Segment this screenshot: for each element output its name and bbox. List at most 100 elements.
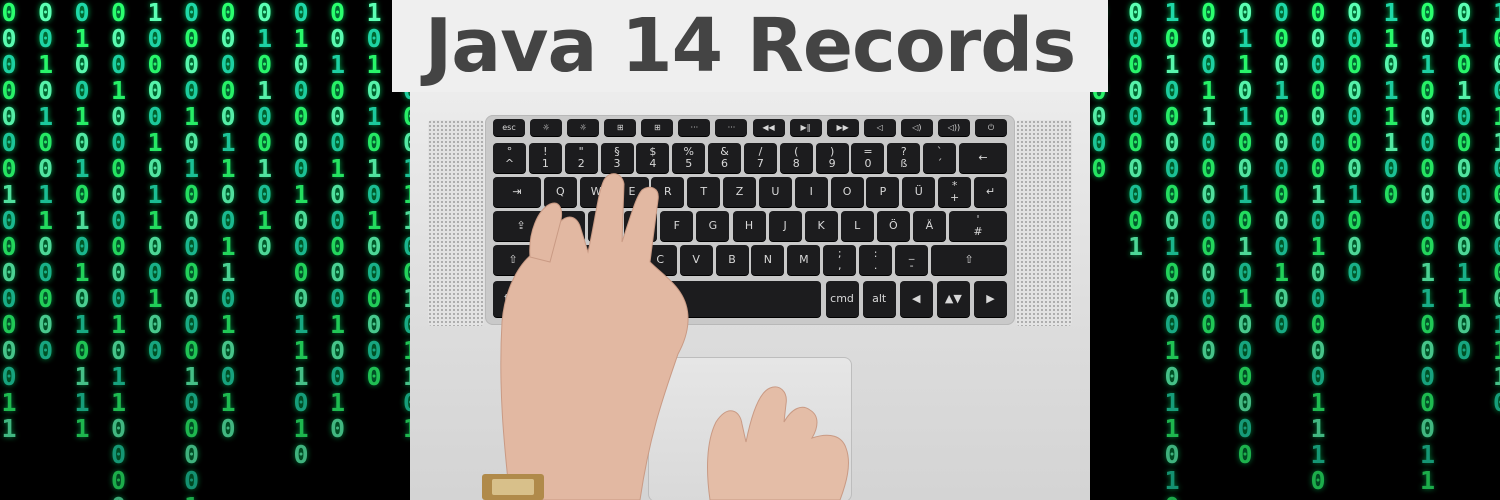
binary-digit: 0 [110,180,127,209]
binary-digit: 0 [1310,102,1326,131]
binary-digit: 1 [366,102,382,131]
binary-digit: 0 [1,76,17,105]
binary-digit: 1 [1164,0,1180,27]
binary-digit: 0 [329,414,346,443]
binary-column: 00011000000000 [1194,0,1224,364]
binary-digit: 0 [1273,128,1290,157]
binary-digit: 0 [329,258,346,287]
binary-digit: 0 [1237,0,1253,27]
binary-digit: 1 [1164,50,1180,79]
binary-digit: 1 [1237,50,1253,79]
binary-digit: 0 [1164,128,1180,157]
binary-digit: 0 [1237,258,1253,287]
binary-digit: 0 [1237,154,1253,183]
binary-digit: 0 [1346,0,1363,27]
binary-digit: 1 [1456,24,1472,53]
binary-digit: 0 [74,336,90,365]
banner-title: Java 14 Records [424,3,1077,89]
binary-digit: 1 [256,154,273,183]
binary-digit: 1 [37,50,54,79]
binary-digit: 0 [220,336,236,365]
binary-digit: 1 [1310,414,1326,443]
binary-digit: 0 [1419,206,1436,235]
binary-digit: 0 [1,24,17,53]
binary-digit: 1 [1127,232,1144,261]
binary-digit: 0 [293,76,309,105]
binary-digit: 1 [220,388,236,417]
binary-digit: 1 [74,414,90,443]
binary-digit: 0 [1091,102,1107,131]
binary-digit: 1 [1273,76,1290,105]
binary-digit: 0 [1273,102,1290,131]
binary-digit: 1 [1383,128,1399,157]
binary-digit: 0 [256,180,273,209]
binary-digit: 1 [147,0,163,27]
binary-digit: 0 [183,466,200,495]
binary-digit: 0 [1237,388,1253,417]
binary-digit: 1 [293,310,309,339]
binary-digit: 1 [1383,0,1399,27]
binary-digit: 0 [1456,154,1472,183]
binary-digit: 0 [37,76,54,105]
binary-digit: 0 [37,336,54,365]
binary-digit: 0 [1456,128,1472,157]
binary-digit: 0 [183,440,200,469]
binary-digit: 0 [183,76,200,105]
binary-digit: 0 [1310,76,1326,105]
binary-digit: 0 [1456,50,1472,79]
binary-digit: 0 [1237,128,1253,157]
binary-digit: 0 [220,414,236,443]
binary-digit: 0 [1,336,17,365]
binary-digit: 0 [1346,154,1363,183]
binary-digit: 0 [110,336,127,365]
binary-column: 1000110000001110 [1486,0,1500,416]
binary-digit: 0 [1273,180,1290,209]
binary-digit: 0 [220,180,236,209]
binary-digit: 1 [1383,102,1399,131]
binary-digit: 0 [1127,24,1144,53]
binary-column: 10100000010001011010 [1157,0,1187,500]
binary-digit: 1 [1493,338,1500,364]
binary-digit: 0 [1493,78,1500,104]
binary-digit: 0 [1493,156,1500,182]
binary-digit: 1 [1346,180,1363,209]
binary-digit: 0 [293,284,309,313]
binary-column: 0010000000110000011 [1413,0,1443,494]
binary-digit: 1 [293,180,309,209]
binary-digit: 0 [1200,180,1217,209]
binary-column: 101010101000000 [359,0,389,390]
binary-digit: 0 [1164,102,1180,131]
binary-digit: 1 [1200,76,1217,105]
binary-digit: 0 [1127,76,1144,105]
binary-digit: 0 [1419,180,1436,209]
binary-digit: 0 [1273,206,1290,235]
binary-digit: 1 [110,362,127,391]
binary-digit: 0 [110,154,127,183]
binary-column: 0001000000100 [1267,0,1297,338]
binary-digit: 1 [220,154,236,183]
binary-digit: 0 [1127,102,1144,131]
binary-digit: 1 [1493,104,1500,130]
binary-digit: 0 [1,284,17,313]
binary-digit: 0 [1200,284,1217,313]
binary-digit: 1 [1310,440,1326,469]
binary-digit: 0 [110,258,127,287]
binary-digit: 1 [256,76,273,105]
binary-digit: 0 [293,0,309,27]
binary-digit: 0 [37,154,54,183]
binary-digit: 0 [1493,260,1500,286]
binary-digit: 1 [110,310,127,339]
binary-digit: 0 [1310,310,1326,339]
binary-digit: 0 [1273,0,1290,27]
binary-digit: 0 [1237,336,1253,365]
binary-digit: 0 [1127,154,1144,183]
binary-digit: 1 [1164,336,1180,365]
binary-digit: 0 [329,0,346,27]
binary-digit: 1 [147,180,163,209]
binary-digit: 0 [329,362,346,391]
binary-digit: 1 [1419,466,1436,495]
binary-digit: 0 [1164,440,1180,469]
binary-digit: 1 [1493,130,1500,156]
binary-digit: 1 [183,154,200,183]
binary-digit: 0 [183,310,200,339]
